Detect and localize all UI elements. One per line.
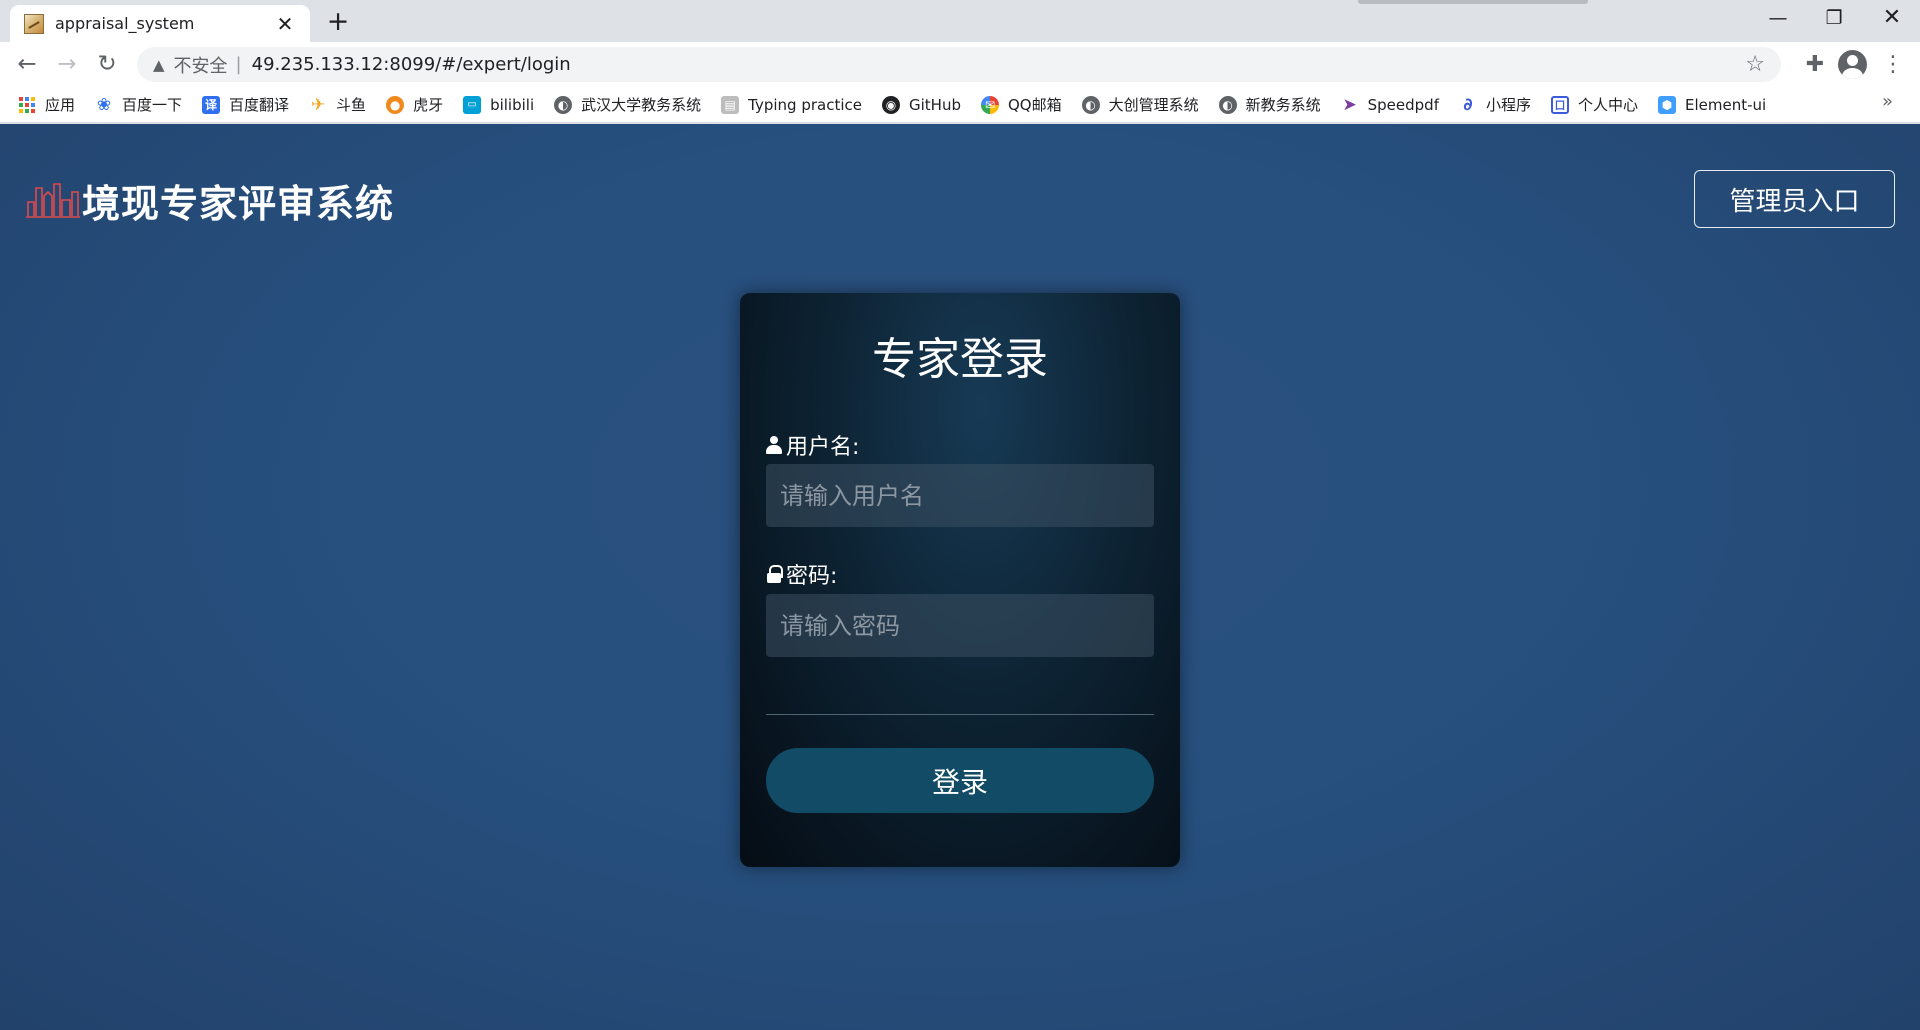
city-skyline-logo-icon bbox=[26, 183, 80, 218]
browser-tab-strip: appraisal_system ✕ + — ❐ ✕ bbox=[0, 0, 1920, 42]
element-ui-icon: ⬢ bbox=[1658, 95, 1677, 114]
tab-close-icon[interactable]: ✕ bbox=[274, 12, 296, 36]
password-label: 密码: bbox=[766, 558, 837, 590]
bookmark-baidu[interactable]: ❀ 百度一下 bbox=[95, 91, 182, 119]
bookmark-bilibili[interactable]: ▭ bilibili bbox=[463, 91, 534, 119]
bookmark-label: 百度翻译 bbox=[229, 96, 290, 114]
apps-grid-icon bbox=[18, 96, 36, 114]
bookmark-label: 斗鱼 bbox=[336, 96, 367, 114]
bookmark-douyu[interactable]: ✈ 斗鱼 bbox=[309, 91, 366, 119]
back-arrow-icon[interactable]: ← bbox=[10, 48, 44, 82]
bookmark-label: 虎牙 bbox=[413, 96, 444, 114]
qqmail-icon: ✉ bbox=[980, 95, 999, 114]
bookmark-baidu-translate[interactable]: 译 百度翻译 bbox=[202, 91, 289, 119]
bookmark-label: bilibili bbox=[490, 95, 535, 114]
bookmark-label: 个人中心 bbox=[1578, 96, 1639, 114]
douyu-icon: ✈ bbox=[310, 94, 326, 115]
bookmarks-bar: 应用 ❀ 百度一下 译 百度翻译 ✈ 斗鱼 ● 虎牙 ▭ bilibili ◐ … bbox=[0, 87, 1920, 123]
bookmark-huya[interactable]: ● 虎牙 bbox=[386, 91, 443, 119]
lock-icon bbox=[766, 565, 783, 583]
miniprogram-icon: ∂ bbox=[1463, 94, 1473, 115]
user-icon bbox=[766, 436, 782, 454]
huya-icon: ● bbox=[386, 95, 405, 114]
site-title: 境现专家评审系统 bbox=[82, 181, 395, 226]
url-text[interactable]: 49.235.133.12:8099/#/expert/login bbox=[252, 54, 1746, 75]
bookmark-miniprogram[interactable]: ∂ 小程序 bbox=[1459, 91, 1531, 119]
forward-arrow-icon[interactable]: → bbox=[50, 48, 84, 82]
bookmark-label: Speedpdf bbox=[1367, 95, 1439, 114]
typing-icon: ▤ bbox=[721, 95, 740, 114]
bookmark-whu-academic[interactable]: ◐ 武汉大学教务系统 bbox=[554, 91, 701, 119]
address-separator: | bbox=[235, 54, 242, 75]
github-icon: ◉ bbox=[882, 95, 900, 114]
bookmark-apps[interactable]: 应用 bbox=[18, 91, 75, 119]
warning-triangle-icon[interactable]: ▲ bbox=[153, 56, 165, 74]
baidu-paw-icon: ❀ bbox=[96, 94, 112, 115]
login-card: 专家登录 用户名: 密码: 登录 bbox=[740, 293, 1180, 867]
site-brand: 境现专家评审系统 bbox=[26, 178, 394, 226]
username-label-text: 用户名: bbox=[786, 435, 860, 460]
baidu-translate-icon: 译 bbox=[202, 95, 221, 114]
bookmark-label: GitHub bbox=[909, 95, 961, 114]
bookmark-label: 大创管理系统 bbox=[1108, 96, 1199, 114]
password-label-text: 密码: bbox=[786, 564, 838, 589]
bookmark-star-icon[interactable]: ☆ bbox=[1745, 52, 1765, 77]
form-divider bbox=[766, 714, 1154, 715]
browser-toolbar: ← → ↻ ▲ 不安全 | 49.235.133.12:8099/#/exper… bbox=[0, 42, 1920, 87]
bookmark-typing-practice[interactable]: ▤ Typing practice bbox=[721, 91, 862, 119]
username-input[interactable] bbox=[766, 464, 1154, 527]
username-label: 用户名: bbox=[766, 429, 859, 461]
insecure-label[interactable]: 不安全 bbox=[174, 52, 228, 78]
bookmark-speedpdf[interactable]: ➤ Speedpdf bbox=[1341, 91, 1439, 119]
window-restore-button[interactable]: ❐ bbox=[1806, 0, 1862, 38]
speedpdf-icon: ➤ bbox=[1342, 94, 1357, 115]
bookmark-label: 武汉大学教务系统 bbox=[581, 96, 702, 114]
personal-center-icon: 囗 bbox=[1551, 95, 1570, 114]
login-button[interactable]: 登录 bbox=[766, 748, 1154, 813]
window-close-button[interactable]: ✕ bbox=[1864, 0, 1920, 38]
tab-title: appraisal_system bbox=[55, 14, 195, 33]
bookmark-new-academic[interactable]: ◐ 新教务系统 bbox=[1218, 91, 1321, 119]
globe-icon: ◐ bbox=[1081, 95, 1100, 114]
site-favicon-icon bbox=[24, 13, 44, 34]
bookmark-label: 小程序 bbox=[1486, 96, 1532, 114]
bilibili-icon: ▭ bbox=[463, 95, 482, 114]
bookmark-personal-center[interactable]: 囗 个人中心 bbox=[1551, 91, 1638, 119]
bookmark-label: Element-ui bbox=[1685, 95, 1767, 114]
bookmark-qqmail[interactable]: ✉ QQ邮箱 bbox=[980, 91, 1062, 119]
bookmarks-overflow-icon[interactable]: » bbox=[1882, 91, 1893, 112]
bookmark-label: 百度一下 bbox=[122, 96, 183, 114]
address-bar[interactable]: ▲ 不安全 | 49.235.133.12:8099/#/expert/logi… bbox=[137, 47, 1781, 82]
extensions-puzzle-icon[interactable]: ✚ bbox=[1798, 48, 1832, 82]
globe-icon: ◐ bbox=[554, 95, 573, 114]
login-title: 专家登录 bbox=[872, 334, 1048, 385]
profile-strip bbox=[1358, 0, 1588, 4]
bookmark-label: QQ邮箱 bbox=[1007, 96, 1062, 114]
bookmark-label: Typing practice bbox=[748, 95, 862, 114]
bookmark-dachuang[interactable]: ◐ 大创管理系统 bbox=[1081, 91, 1199, 119]
bookmark-label: 新教务系统 bbox=[1245, 96, 1321, 114]
new-tab-button[interactable]: + bbox=[322, 7, 354, 39]
admin-entry-button[interactable]: 管理员入口 bbox=[1694, 170, 1895, 228]
bookmark-github[interactable]: ◉ GitHub bbox=[882, 91, 961, 119]
reload-icon[interactable]: ↻ bbox=[90, 48, 124, 82]
page-content: 境现专家评审系统 管理员入口 专家登录 用户名: 密码: 登录 bbox=[0, 124, 1920, 1030]
globe-icon: ◐ bbox=[1218, 95, 1237, 114]
window-minimize-button[interactable]: — bbox=[1750, 0, 1806, 38]
password-input[interactable] bbox=[766, 594, 1154, 657]
browser-tab[interactable]: appraisal_system ✕ bbox=[10, 5, 310, 42]
bookmark-label: 应用 bbox=[45, 96, 76, 114]
profile-avatar-icon[interactable] bbox=[1838, 50, 1867, 79]
bookmark-element-ui[interactable]: ⬢ Element-ui bbox=[1658, 91, 1766, 119]
browser-menu-icon[interactable]: ⋮ bbox=[1876, 48, 1910, 82]
